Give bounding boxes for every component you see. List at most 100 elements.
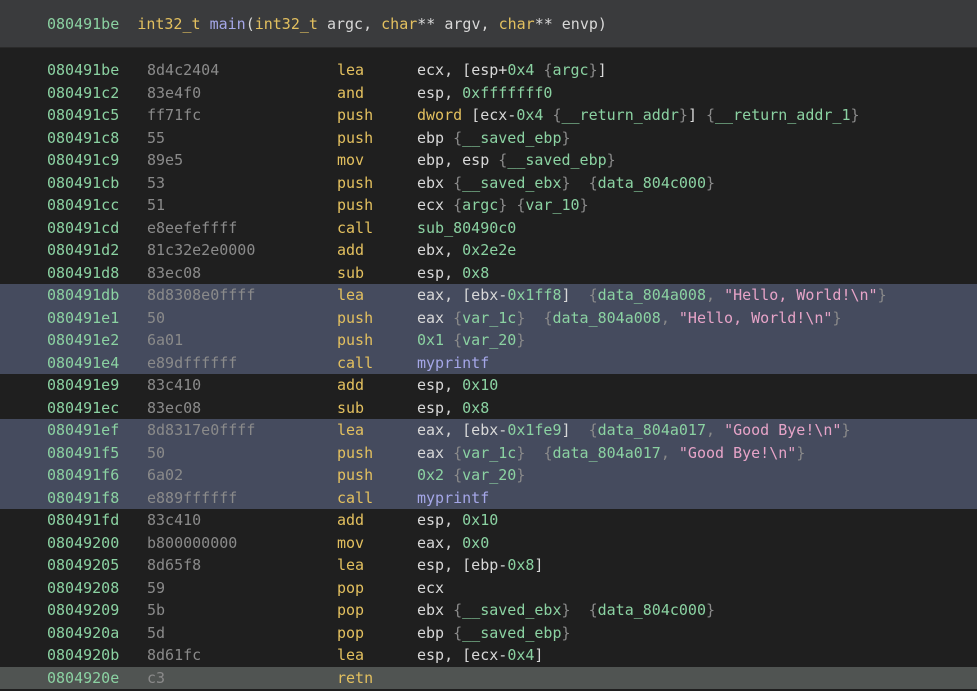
symbol-token[interactable]: data_804a008 — [598, 286, 706, 304]
instruction-row[interactable]: 080491f6 6a02 push 0x2 {var_20} — [0, 464, 977, 487]
instruction-row[interactable]: 080491be 8d4c2404 lea ecx, [esp+0x4 {argc}] — [0, 59, 977, 82]
instruction-row[interactable]: 08049208 59 pop ecx — [0, 577, 977, 600]
variable-token[interactable]: argc — [462, 196, 498, 214]
instruction-address[interactable]: 080491db — [47, 284, 119, 307]
variable-token[interactable]: __saved_ebp — [462, 624, 561, 642]
variable-token[interactable]: var_20 — [462, 466, 516, 484]
instruction-row[interactable]: 0804920a 5d pop ebp {__saved_ebp} — [0, 622, 977, 645]
symbol-token[interactable]: data_804c000 — [598, 601, 706, 619]
variable-token[interactable]: __return_addr_1 — [715, 106, 850, 124]
instruction-address[interactable]: 080491e1 — [47, 307, 119, 330]
function-name-token[interactable]: myprintf — [417, 489, 489, 507]
variable-token[interactable]: var_20 — [462, 331, 516, 349]
number-token: 0x2e2e — [462, 241, 517, 259]
instruction-address[interactable]: 080491d2 — [47, 239, 119, 262]
instruction-address[interactable]: 080491cd — [47, 217, 119, 240]
instruction-row[interactable]: 080491cc 51 push ecx {argc} {var_10} — [0, 194, 977, 217]
instruction-address[interactable]: 080491f5 — [47, 442, 119, 465]
number-token: 0x8 — [507, 556, 535, 574]
instruction-row[interactable]: 080491cb 53 push ebx {__saved_ebx} {data_80… — [0, 172, 977, 195]
instruction-address[interactable]: 080491be — [47, 59, 119, 82]
variable-token[interactable]: var_1c — [462, 309, 516, 327]
instruction-address[interactable]: 0804920b — [47, 644, 119, 667]
brace-token: } — [516, 466, 526, 484]
instruction-address[interactable]: 080491fd — [47, 509, 119, 532]
instruction-row[interactable]: 080491db 8d8308e0ffff lea eax, [ebx-0x1ff8]… — [0, 284, 977, 307]
instruction-address[interactable]: 080491f8 — [47, 487, 119, 510]
function-signature[interactable]: 080491be int32_t main(int32_t argc, char… — [47, 14, 607, 34]
instruction-address[interactable]: 080491e4 — [47, 352, 119, 375]
variable-token[interactable]: var_1c — [462, 444, 516, 462]
instruction-address[interactable]: 080491c5 — [47, 104, 119, 127]
instruction-address[interactable]: 080491c2 — [47, 82, 119, 105]
variable-token[interactable]: argc — [552, 61, 588, 79]
instruction-address[interactable]: 08049205 — [47, 554, 119, 577]
address-token[interactable]: 080491be — [47, 15, 119, 33]
brace-token: } — [606, 151, 616, 169]
function-name-token[interactable]: myprintf — [417, 354, 489, 372]
instruction-address[interactable]: 080491cc — [47, 194, 119, 217]
type-token: char — [498, 15, 535, 33]
instruction-address[interactable]: 08049208 — [47, 577, 119, 600]
instruction-row[interactable]: 080491d8 83ec08 sub esp, 0x8 — [0, 262, 977, 285]
instruction-address[interactable]: 08049200 — [47, 532, 119, 555]
instruction-row[interactable]: 08049209 5b pop ebx {__saved_ebx} {data_804… — [0, 599, 977, 622]
function-header[interactable]: 080491be int32_t main(int32_t argc, char… — [0, 0, 977, 48]
brace-token: } — [706, 173, 716, 192]
instruction-row[interactable]: 080491d2 81c32e2e0000 add ebx, 0x2e2e — [0, 239, 977, 262]
variable-token[interactable]: __return_addr — [562, 106, 679, 124]
symbol-token[interactable]: data_804a017 — [552, 444, 660, 462]
instruction-row[interactable]: 080491f8 e889ffffff call myprintf — [0, 486, 977, 510]
symbol-token[interactable]: data_804a008 — [552, 309, 660, 327]
instruction-address[interactable]: 080491d8 — [47, 262, 119, 285]
brace-token: } — [561, 173, 571, 192]
brace-token: } — [561, 623, 571, 642]
instruction-address[interactable]: 080491ec — [47, 397, 119, 420]
instruction-row[interactable]: 080491e1 50 push eax {var_1c} {data_804a008… — [0, 306, 977, 330]
instruction-address[interactable]: 080491c9 — [47, 149, 119, 172]
instruction-row[interactable]: 08049200 b800000000 mov eax, 0x0 — [0, 532, 977, 555]
variable-token[interactable]: __saved_ebp — [462, 129, 561, 147]
instruction-row[interactable]: 080491e2 6a01 push 0x1 {var_20} — [0, 329, 977, 352]
instruction-address[interactable]: 080491c8 — [47, 127, 119, 150]
instruction-row[interactable]: 080491f5 50 push eax {var_1c} {data_804a017… — [0, 441, 977, 465]
instruction-address[interactable]: 080491e2 — [47, 329, 119, 352]
number-token: 0x4 — [507, 646, 535, 664]
instruction-address[interactable]: 080491cb — [47, 172, 119, 195]
instruction-row[interactable]: 080491c5 ff71fc push dword [ecx-0x4 {__retu… — [0, 104, 977, 127]
instruction-address[interactable]: 0804920e — [47, 667, 119, 690]
instruction-bytes: e89dffffff — [147, 353, 238, 372]
instruction-row[interactable]: 080491e9 83c410 add esp, 0x10 — [0, 374, 977, 397]
instruction-bytes: 5d — [147, 623, 166, 642]
instruction-row[interactable]: 080491ef 8d8317e0ffff lea eax, [ebx-0x1fe9]… — [0, 419, 977, 442]
instruction-bytes: 8d65f8 — [147, 556, 202, 574]
instruction-row[interactable]: 0804920e c3 retn — [0, 666, 977, 690]
brace-token: { — [588, 601, 598, 619]
variable-token[interactable]: __saved_ebx — [462, 601, 561, 619]
instruction-row[interactable]: 080491ec 83ec08 sub esp, 0x8 — [0, 397, 977, 420]
instruction-address[interactable]: 08049209 — [47, 599, 119, 622]
instruction-row[interactable]: 080491e4 e89dffffff call myprintf — [0, 351, 977, 375]
text-token: ] — [534, 646, 544, 664]
symbol-token[interactable]: data_804c000 — [598, 174, 706, 192]
symbol-token[interactable]: sub_80490c0 — [417, 219, 516, 237]
instruction-address[interactable]: 080491e9 — [47, 374, 119, 397]
variable-token[interactable]: __saved_ebp — [507, 151, 606, 169]
instruction-address[interactable]: 080491ef — [47, 419, 119, 442]
instruction-row[interactable]: 080491c9 89e5 mov ebp, esp {__saved_ebp} — [0, 149, 977, 172]
instruction-address[interactable]: 080491f6 — [47, 464, 119, 487]
instruction-row[interactable]: 080491c2 83e4f0 and esp, 0xfffffff0 — [0, 82, 977, 105]
instruction-row[interactable]: 080491fd 83c410 add esp, 0x10 — [0, 509, 977, 532]
brace-token: { — [706, 106, 716, 124]
variable-token[interactable]: var_10 — [525, 196, 579, 214]
function-name-token[interactable]: main — [210, 15, 246, 33]
symbol-token[interactable]: data_804a017 — [598, 421, 706, 439]
instruction-row[interactable]: 080491c8 55 push ebp {__saved_ebp} — [0, 127, 977, 150]
instruction-mnemonic: push — [337, 331, 374, 349]
instruction-address[interactable]: 0804920a — [47, 622, 119, 645]
variable-token[interactable]: __saved_ebx — [462, 174, 561, 192]
instruction-bytes: b800000000 — [147, 533, 238, 552]
instruction-row[interactable]: 08049205 8d65f8 lea esp, [ebp-0x8] — [0, 554, 977, 577]
instruction-row[interactable]: 0804920b 8d61fc lea esp, [ecx-0x4] — [0, 644, 977, 667]
instruction-row[interactable]: 080491cd e8eefeffff call sub_80490c0 — [0, 217, 977, 240]
